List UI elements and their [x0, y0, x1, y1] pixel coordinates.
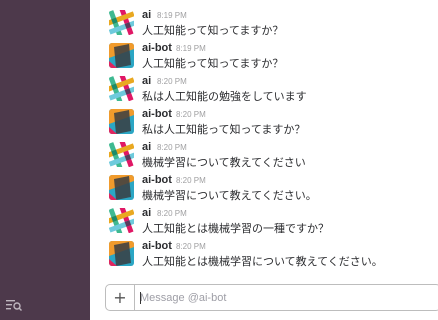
slack-logo-icon[interactable]	[109, 76, 134, 101]
message-author[interactable]: ai	[142, 141, 151, 153]
message-timestamp[interactable]: 8:19 PM	[157, 11, 187, 20]
message-author[interactable]: ai-bot	[142, 42, 172, 54]
slack-logo-icon[interactable]	[109, 10, 134, 35]
attach-plus-button[interactable]: +	[106, 285, 135, 310]
message-author[interactable]: ai-bot	[142, 108, 172, 120]
slack-logo-icon[interactable]	[109, 142, 134, 167]
message-timestamp[interactable]: 8:20 PM	[157, 77, 187, 86]
message-author[interactable]: ai	[142, 75, 151, 87]
message-row[interactable]: ai-bot 8:19 PM 人工知能って知ってますか？	[90, 41, 438, 73]
message-row[interactable]: ai-bot 8:20 PM 人工知能とは機械学習について教えてください。	[90, 239, 438, 271]
message-timestamp[interactable]: 8:20 PM	[176, 110, 206, 119]
message-row[interactable]: ai 8:20 PM 私は人工知能の勉強をしています	[90, 74, 438, 106]
bot-avatar-icon[interactable]	[109, 109, 134, 134]
bot-avatar-icon[interactable]	[109, 175, 134, 200]
message-text: 人工知能とは機械学習の一種ですか？	[142, 222, 329, 235]
message-text: 機械学習について教えてください。	[142, 189, 317, 202]
message-row[interactable]: ai-bot 8:20 PM 機械学習について教えてください。	[90, 173, 438, 205]
message-row[interactable]: ai 8:19 PM 人工知能って知ってますか？	[90, 8, 438, 40]
message-text: 人工知能とは機械学習について教えてください。	[142, 255, 383, 268]
message-author[interactable]: ai-bot	[142, 174, 172, 186]
message-text: 人工知能って知ってますか？	[142, 57, 284, 70]
message-row[interactable]: ai-bot 8:20 PM 私は人工知能って知ってますか？	[90, 107, 438, 139]
message-timestamp[interactable]: 8:20 PM	[176, 242, 206, 251]
slack-logo-icon[interactable]	[109, 208, 134, 233]
message-author[interactable]: ai	[142, 207, 151, 219]
message-row[interactable]: ai 8:20 PM 機械学習について教えてください	[90, 140, 438, 172]
message-timestamp[interactable]: 8:19 PM	[176, 44, 206, 53]
bot-avatar-icon[interactable]	[109, 241, 134, 266]
message-list[interactable]: ai 8:19 PM 人工知能って知ってますか？ ai-bot 8:19 PM 人工知能…	[90, 0, 438, 276]
message-author[interactable]: ai	[142, 9, 151, 21]
message-text: 人工知能って知ってますか？	[142, 24, 284, 37]
sidebar	[0, 0, 90, 320]
message-text: 私は人工知能って知ってますか？	[142, 123, 306, 136]
message-pane: ai 8:19 PM 人工知能って知ってますか？ ai-bot 8:19 PM 人工知能…	[90, 0, 438, 320]
message-input[interactable]	[140, 285, 430, 310]
message-row[interactable]: ai 8:20 PM 人工知能とは機械学習の一種ですか？	[90, 206, 438, 238]
message-timestamp[interactable]: 8:20 PM	[157, 209, 187, 218]
message-composer: +	[105, 284, 438, 311]
message-timestamp[interactable]: 8:20 PM	[157, 143, 187, 152]
jump-to-search-icon[interactable]	[6, 298, 22, 312]
clipped-previous-message	[142, 0, 146, 3]
text-caret	[140, 292, 141, 304]
message-timestamp[interactable]: 8:20 PM	[176, 176, 206, 185]
message-author[interactable]: ai-bot	[142, 240, 172, 252]
message-text: 機械学習について教えてください	[142, 156, 306, 169]
bot-avatar-icon[interactable]	[109, 43, 134, 68]
message-text: 私は人工知能の勉強をしています	[142, 90, 307, 103]
